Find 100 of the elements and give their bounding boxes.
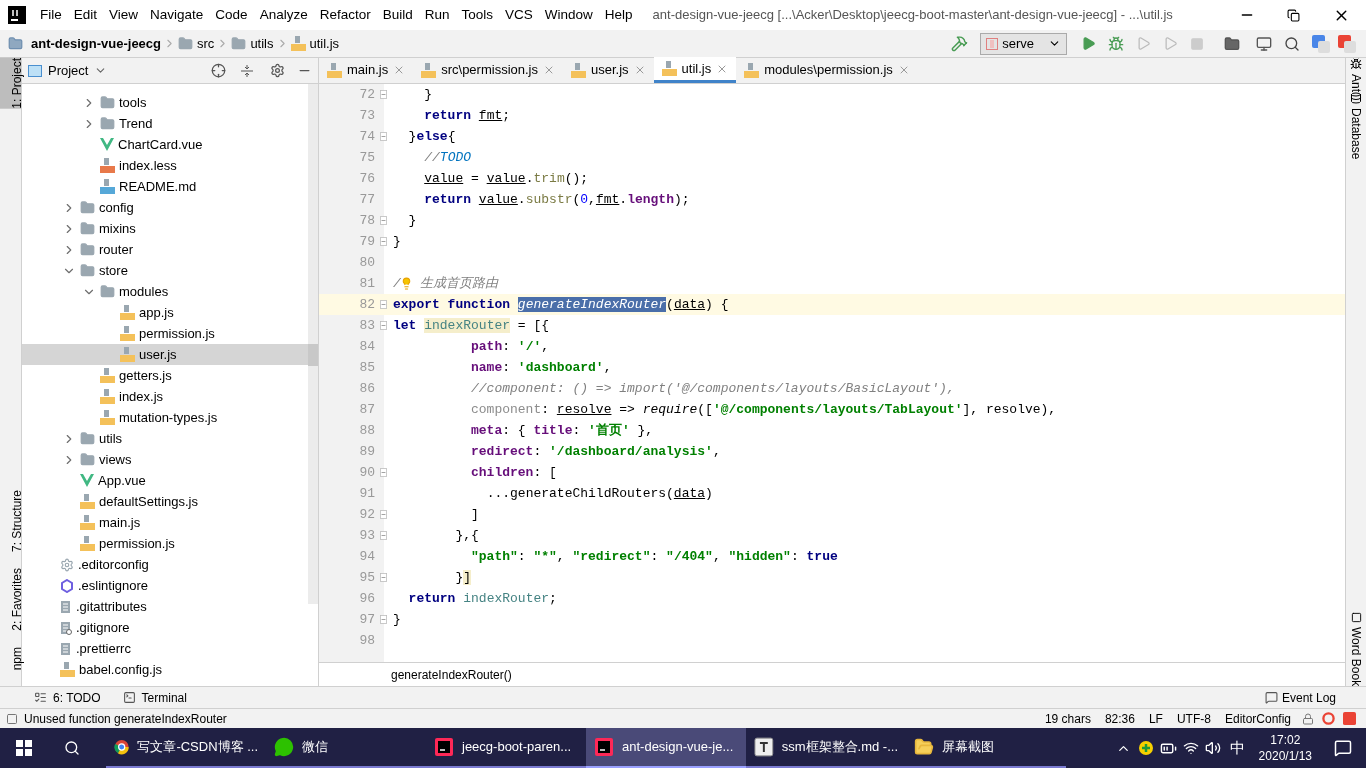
menu-item[interactable]: File xyxy=(34,4,68,26)
tool-tab[interactable]: 6: TODO xyxy=(34,688,101,707)
tree-item[interactable]: main.js xyxy=(22,512,308,533)
fold-marker-icon[interactable] xyxy=(380,530,387,541)
tree-item[interactable]: tools xyxy=(22,92,308,113)
code-breadcrumb[interactable]: generateIndexRouter() xyxy=(391,665,512,684)
debug-icon[interactable] xyxy=(1108,35,1124,52)
tree-item[interactable]: router xyxy=(22,239,308,260)
tree-item[interactable]: README.md xyxy=(22,176,308,197)
tool-window-tab[interactable]: Word Book xyxy=(1339,611,1366,686)
tool-window-tab[interactable]: Database xyxy=(1339,92,1366,160)
input-method[interactable]: 中 xyxy=(1229,736,1245,760)
status-item[interactable]: LF xyxy=(1148,709,1163,728)
tree-item[interactable]: utils xyxy=(22,428,308,449)
search-icon[interactable] xyxy=(1284,35,1300,52)
menu-item[interactable]: View xyxy=(103,4,145,26)
tree-item[interactable]: index.less xyxy=(22,155,308,176)
tree-item[interactable]: user.js xyxy=(22,344,308,365)
tool-window-tab[interactable]: 7: Structure xyxy=(0,489,21,552)
tree-item[interactable]: .gitattributes xyxy=(22,596,308,617)
restore-icon[interactable] xyxy=(1287,8,1300,22)
tree-item[interactable]: permission.js xyxy=(22,533,308,554)
breadcrumb-item[interactable]: ant-design-vue-jeecg xyxy=(31,33,162,54)
menu-item[interactable]: Tools xyxy=(455,4,499,26)
breadcrumb-item[interactable]: util.js xyxy=(309,33,340,54)
fold-marker-icon[interactable] xyxy=(380,131,387,142)
fold-marker-icon[interactable] xyxy=(380,614,387,625)
settings-icon[interactable] xyxy=(270,63,285,78)
tree-item[interactable]: app.js xyxy=(22,302,308,323)
event-log-tab[interactable]: Event Log xyxy=(1264,688,1336,707)
scrollbar-thumb[interactable] xyxy=(308,344,318,366)
project-structure-icon[interactable] xyxy=(1224,35,1240,52)
taskbar-app[interactable]: ssm框架整合.md -... xyxy=(746,728,906,768)
taskbar-app[interactable]: ant-design-vue-je... xyxy=(586,728,746,768)
tree-item[interactable]: config xyxy=(22,197,308,218)
notification-icon[interactable] xyxy=(1334,739,1352,757)
lock-icon[interactable] xyxy=(1302,712,1314,725)
code-editor[interactable] xyxy=(319,84,1345,662)
editor-tab[interactable]: util.js xyxy=(653,57,737,83)
breadcrumb-item[interactable]: src xyxy=(197,33,215,54)
tree-item[interactable]: Trend xyxy=(22,113,308,134)
tree-item[interactable]: App.vue xyxy=(22,470,308,491)
run-config-dropdown[interactable]: serve xyxy=(980,32,1067,55)
tree-item[interactable]: .gitignore xyxy=(22,617,308,638)
tool-window-tab[interactable]: Ant xyxy=(1339,58,1366,92)
locate-icon[interactable] xyxy=(211,63,226,78)
windows-start-icon[interactable] xyxy=(16,740,32,756)
breadcrumb-item[interactable]: utils xyxy=(250,33,274,54)
fold-marker-icon[interactable] xyxy=(380,467,387,478)
editor-tab[interactable]: src\permission.js xyxy=(413,57,563,83)
status-item[interactable]: EditorConfig xyxy=(1224,709,1291,728)
taskbar-app[interactable]: 微信 xyxy=(266,728,426,768)
menu-item[interactable]: Window xyxy=(538,4,599,26)
tree-item[interactable]: mutation-types.js xyxy=(22,407,308,428)
clock[interactable]: 17:02 2020/1/13 xyxy=(1258,732,1312,764)
tree-item[interactable]: ChartCard.vue xyxy=(22,134,308,155)
wifi-icon[interactable] xyxy=(1182,740,1199,756)
terminal-window-icon[interactable] xyxy=(1256,35,1272,52)
menu-item[interactable]: Edit xyxy=(67,4,104,26)
tree-item[interactable]: getters.js xyxy=(22,365,308,386)
tree-item[interactable]: babel.config.js xyxy=(22,659,308,680)
menu-item[interactable]: Build xyxy=(376,4,419,26)
tree-item[interactable]: mixins xyxy=(22,218,308,239)
tree-item[interactable]: .eslintignore xyxy=(22,575,308,596)
status-item[interactable]: 19 chars xyxy=(1044,709,1091,728)
tree-item[interactable]: .editorconfig xyxy=(22,554,308,575)
fold-marker-icon[interactable] xyxy=(380,509,387,520)
tree-item[interactable]: modules xyxy=(22,281,308,302)
tree-item[interactable]: .prettierrc xyxy=(22,638,308,659)
menu-item[interactable]: Code xyxy=(209,4,254,26)
status-item[interactable]: UTF-8 xyxy=(1176,709,1211,728)
fold-marker-icon[interactable] xyxy=(380,572,387,583)
taskbar-app[interactable]: 写文章-CSDN博客 ... xyxy=(106,728,266,768)
tool-window-tab[interactable]: 2: Favorites xyxy=(0,567,21,631)
fold-marker-icon[interactable] xyxy=(380,215,387,226)
search-icon[interactable] xyxy=(64,740,80,756)
fold-marker-icon[interactable] xyxy=(380,236,387,247)
fold-marker-icon[interactable] xyxy=(380,320,387,331)
menu-item[interactable]: Help xyxy=(598,4,639,26)
panel-title[interactable]: Project xyxy=(48,60,89,81)
status-item[interactable]: 82:36 xyxy=(1104,709,1135,728)
tree-item[interactable]: store xyxy=(22,260,308,281)
editor-tab[interactable]: user.js xyxy=(563,57,654,83)
menu-item[interactable]: Refactor xyxy=(313,4,377,26)
run-icon[interactable] xyxy=(1081,36,1096,51)
scrollbar-track[interactable] xyxy=(308,84,318,604)
menu-item[interactable]: Analyze xyxy=(253,4,314,26)
tree-item[interactable]: defaultSettings.js xyxy=(22,491,308,512)
tree-item[interactable]: views xyxy=(22,449,308,470)
editor-tab[interactable]: main.js xyxy=(319,57,414,83)
menu-item[interactable]: Navigate xyxy=(144,4,210,26)
tree-item[interactable]: index.js xyxy=(22,386,308,407)
editor-tab[interactable]: modules\permission.js xyxy=(736,57,918,83)
fold-marker-icon[interactable] xyxy=(380,299,387,310)
tree-item[interactable]: permission.js xyxy=(22,323,308,344)
fold-marker-icon[interactable] xyxy=(380,89,387,100)
taskbar-app[interactable]: 屏幕截图 xyxy=(906,728,1066,768)
hammer-icon[interactable] xyxy=(951,35,969,52)
tool-tab[interactable]: Terminal xyxy=(122,688,187,707)
menu-item[interactable]: Run xyxy=(418,4,456,26)
